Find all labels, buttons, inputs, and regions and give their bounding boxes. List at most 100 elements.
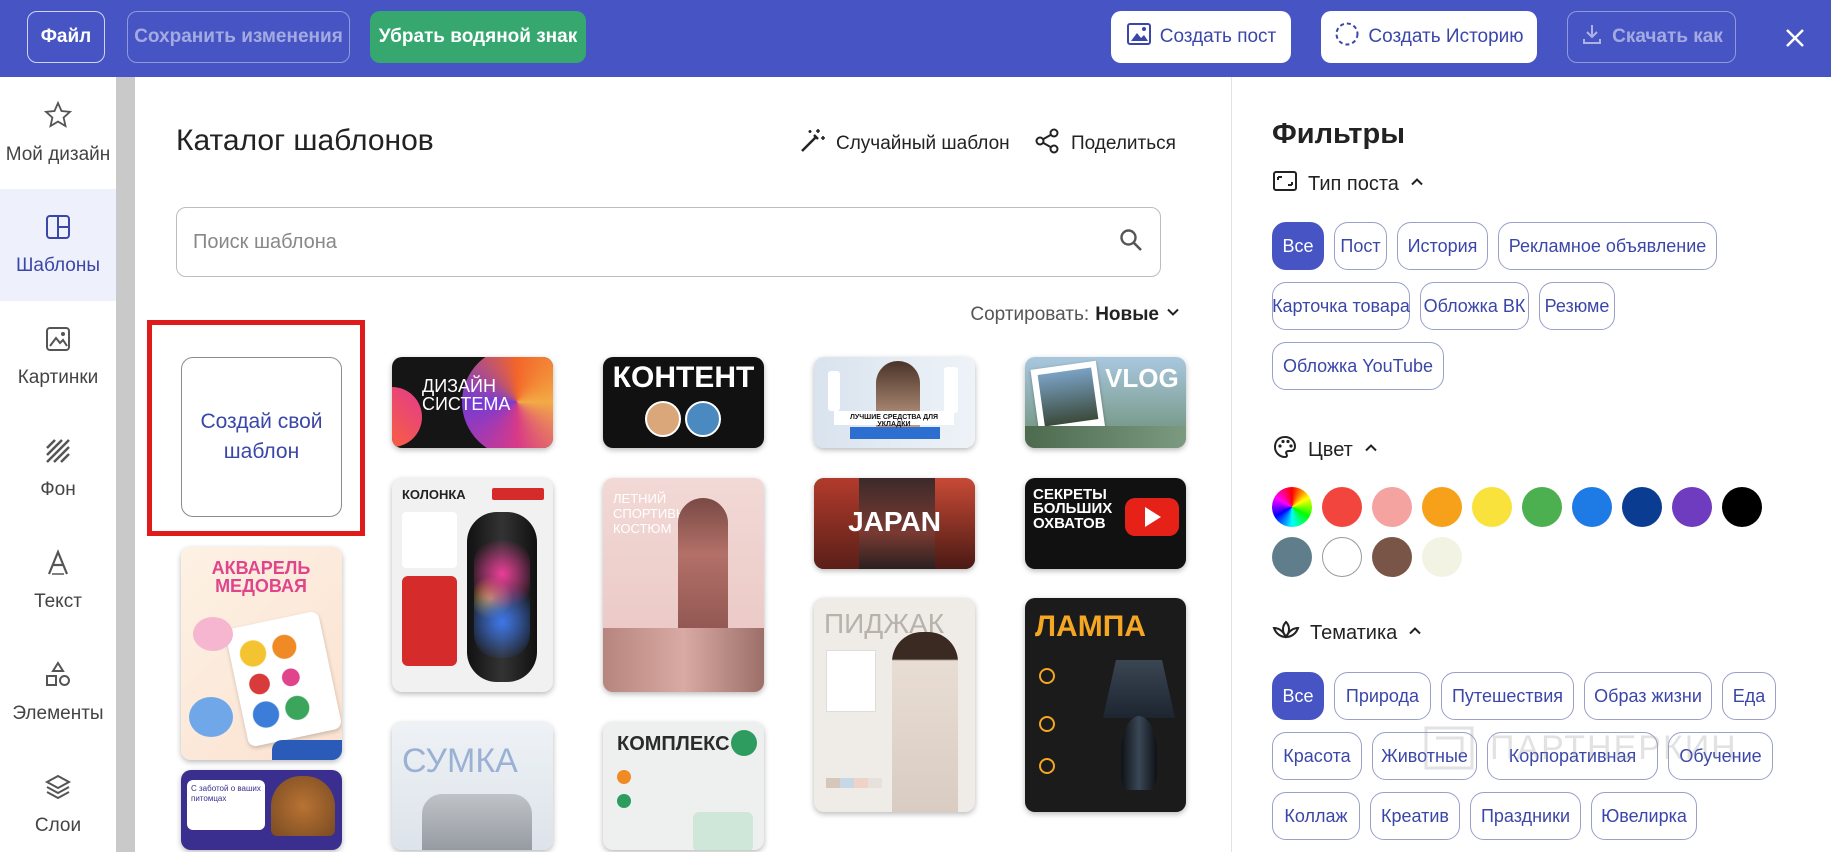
sidebar-item-label: Фон xyxy=(40,479,76,500)
filter-chip-post-type[interactable]: Обложка ВК xyxy=(1420,282,1529,330)
template-title: КОМПЛЕКС xyxy=(617,733,730,755)
sidebar-item-label: Текст xyxy=(34,591,82,612)
filters-panel: Фильтры Тип поста Все Пост История Рекла… xyxy=(1232,77,1831,852)
create-template-card[interactable]: Создай свой шаблон xyxy=(181,357,342,517)
search-input[interactable] xyxy=(193,230,1118,254)
sidebar-item-text[interactable]: Текст xyxy=(0,525,116,637)
template-card-jacket[interactable]: ПИДЖАК xyxy=(814,598,975,812)
post-type-header[interactable]: Тип поста xyxy=(1272,169,1425,199)
sidebar-item-background[interactable]: Фон xyxy=(0,413,116,525)
close-icon[interactable] xyxy=(1777,20,1813,56)
color-swatch[interactable] xyxy=(1472,487,1512,527)
filter-chip-post-type[interactable]: Все xyxy=(1272,222,1324,270)
template-card-lamp[interactable]: ЛАМПА xyxy=(1025,598,1186,812)
color-swatch[interactable] xyxy=(1272,537,1312,577)
color-swatch[interactable] xyxy=(1572,487,1612,527)
theme-header[interactable]: Тематика xyxy=(1272,618,1423,648)
color-swatch-rainbow[interactable] xyxy=(1272,487,1312,527)
color-swatch[interactable] xyxy=(1322,537,1362,577)
sidebar-item-label: Шаблоны xyxy=(15,255,101,276)
search-icon[interactable] xyxy=(1118,227,1144,258)
filter-chip-theme[interactable]: Животные xyxy=(1372,732,1477,780)
create-story-button[interactable]: Создать Историю xyxy=(1321,11,1537,63)
filter-chip-post-type[interactable]: Карточка товара xyxy=(1272,282,1410,330)
filter-chip-post-type[interactable]: Резюме xyxy=(1539,282,1615,330)
random-template-button[interactable]: Случайный шаблон xyxy=(798,127,1010,161)
sidebar-item-layers[interactable]: Слои xyxy=(0,749,116,852)
sidebar-item-elements[interactable]: Элементы xyxy=(0,637,116,749)
create-template-label: Создай свой шаблон xyxy=(200,410,323,463)
filter-chip-theme[interactable]: Коллаж xyxy=(1272,792,1360,840)
template-card-pets[interactable]: С заботой о ваших питомцах xyxy=(181,770,342,850)
color-swatch[interactable] xyxy=(1322,487,1362,527)
color-swatch[interactable] xyxy=(1422,537,1462,577)
create-post-button[interactable]: Создать пост xyxy=(1111,11,1291,63)
filter-chip-theme[interactable]: Образ жизни xyxy=(1584,672,1712,720)
filter-chip-theme[interactable]: Красота xyxy=(1272,732,1362,780)
template-title: ЛУЧШИЕ СРЕДСТВА ДЛЯ УКЛАДКИ xyxy=(849,414,939,428)
template-title: СУМКА xyxy=(402,742,518,780)
save-changes-button[interactable]: Сохранить изменения xyxy=(127,11,350,63)
filter-chip-theme[interactable]: Еда xyxy=(1722,672,1776,720)
sidebar-item-images[interactable]: Картинки xyxy=(0,301,116,413)
download-as-label: Скачать как xyxy=(1612,26,1723,47)
random-template-label: Случайный шаблон xyxy=(836,133,1010,154)
color-header[interactable]: Цвет xyxy=(1272,434,1379,466)
filter-chip-post-type[interactable]: Рекламное объявление xyxy=(1498,222,1717,270)
sidebar-item-my-design[interactable]: Мой дизайн xyxy=(0,77,116,189)
search-bar xyxy=(176,207,1161,277)
filter-chip-theme[interactable]: Ювелирка xyxy=(1591,792,1697,840)
filter-chip-theme[interactable]: Все xyxy=(1272,672,1324,720)
sidebar-item-label: Элементы xyxy=(12,703,104,724)
share-button[interactable]: Поделиться xyxy=(1033,127,1176,161)
file-button[interactable]: Файл xyxy=(27,11,105,63)
color-swatch[interactable] xyxy=(1722,487,1762,527)
template-card-complex[interactable]: КОМПЛЕКС xyxy=(603,722,764,850)
theme-label: Тематика xyxy=(1310,621,1398,644)
template-title: ДИЗАЙН СИСТЕМА xyxy=(422,376,511,414)
share-icon xyxy=(1033,127,1061,161)
filter-chip-theme[interactable]: Корпоративная xyxy=(1487,732,1658,780)
color-swatch[interactable] xyxy=(1372,537,1412,577)
template-card-japan[interactable]: JAPAN xyxy=(814,478,975,569)
template-card-styling[interactable]: ЛУЧШИЕ СРЕДСТВА ДЛЯ УКЛАДКИ xyxy=(814,357,975,448)
download-as-button[interactable]: Скачать как xyxy=(1567,11,1736,63)
color-swatch[interactable] xyxy=(1672,487,1712,527)
sidebar-item-templates[interactable]: Шаблоны xyxy=(0,189,116,301)
color-swatch[interactable] xyxy=(1372,487,1412,527)
filter-chip-theme[interactable]: Обучение xyxy=(1668,732,1773,780)
template-card-bag[interactable]: СУМКА xyxy=(392,722,553,850)
palette-icon xyxy=(1272,434,1298,466)
template-title: СЕКРЕТЫ БОЛЬШИХ ОХВАТОВ xyxy=(1033,486,1113,532)
remove-watermark-button[interactable]: Убрать водяной знак xyxy=(370,11,586,63)
filter-chip-post-type[interactable]: История xyxy=(1397,222,1488,270)
template-title: VLOG xyxy=(1105,363,1179,393)
text-icon xyxy=(44,549,72,583)
sort-dropdown[interactable]: Сортировать: Новые xyxy=(970,304,1181,326)
template-card-reach-secrets[interactable]: СЕКРЕТЫ БОЛЬШИХ ОХВАТОВ xyxy=(1025,478,1186,569)
frame-icon xyxy=(1272,169,1298,199)
magic-wand-icon xyxy=(798,127,826,161)
filter-chip-theme[interactable]: Путешествия xyxy=(1441,672,1574,720)
filter-chip-theme[interactable]: Природа xyxy=(1334,672,1431,720)
template-card-sport-suit[interactable]: ЛЕТНИЙ СПОРТИВНЫЙ КОСТЮМ xyxy=(603,478,764,692)
color-swatch[interactable] xyxy=(1422,487,1462,527)
template-card-speaker[interactable]: КОЛОНКА xyxy=(392,478,553,692)
filter-chip-post-type[interactable]: Пост xyxy=(1334,222,1387,270)
filter-chip-post-type[interactable]: Обложка YouTube xyxy=(1272,342,1444,390)
sidebar-scrollbar[interactable] xyxy=(116,77,135,852)
template-card-watercolor[interactable]: АКВАРЕЛЬ МЕДОВАЯ xyxy=(181,547,342,760)
filters-title: Фильтры xyxy=(1272,118,1405,150)
sidebar: Мой дизайн Шаблоны Картинки Фон Текст Эл… xyxy=(0,77,116,852)
download-icon xyxy=(1580,22,1604,52)
story-ring-icon xyxy=(1334,21,1360,53)
color-swatch[interactable] xyxy=(1522,487,1562,527)
chevron-up-icon xyxy=(1407,622,1423,645)
filter-chip-theme[interactable]: Креатив xyxy=(1370,792,1460,840)
lotus-icon xyxy=(1272,618,1300,648)
template-card-vlog[interactable]: VLOG xyxy=(1025,357,1186,448)
filter-chip-theme[interactable]: Праздники xyxy=(1470,792,1581,840)
template-card-content[interactable]: КОНТЕНТ xyxy=(603,357,764,448)
template-card-design-system[interactable]: ДИЗАЙН СИСТЕМА xyxy=(392,357,553,448)
color-swatch[interactable] xyxy=(1622,487,1662,527)
